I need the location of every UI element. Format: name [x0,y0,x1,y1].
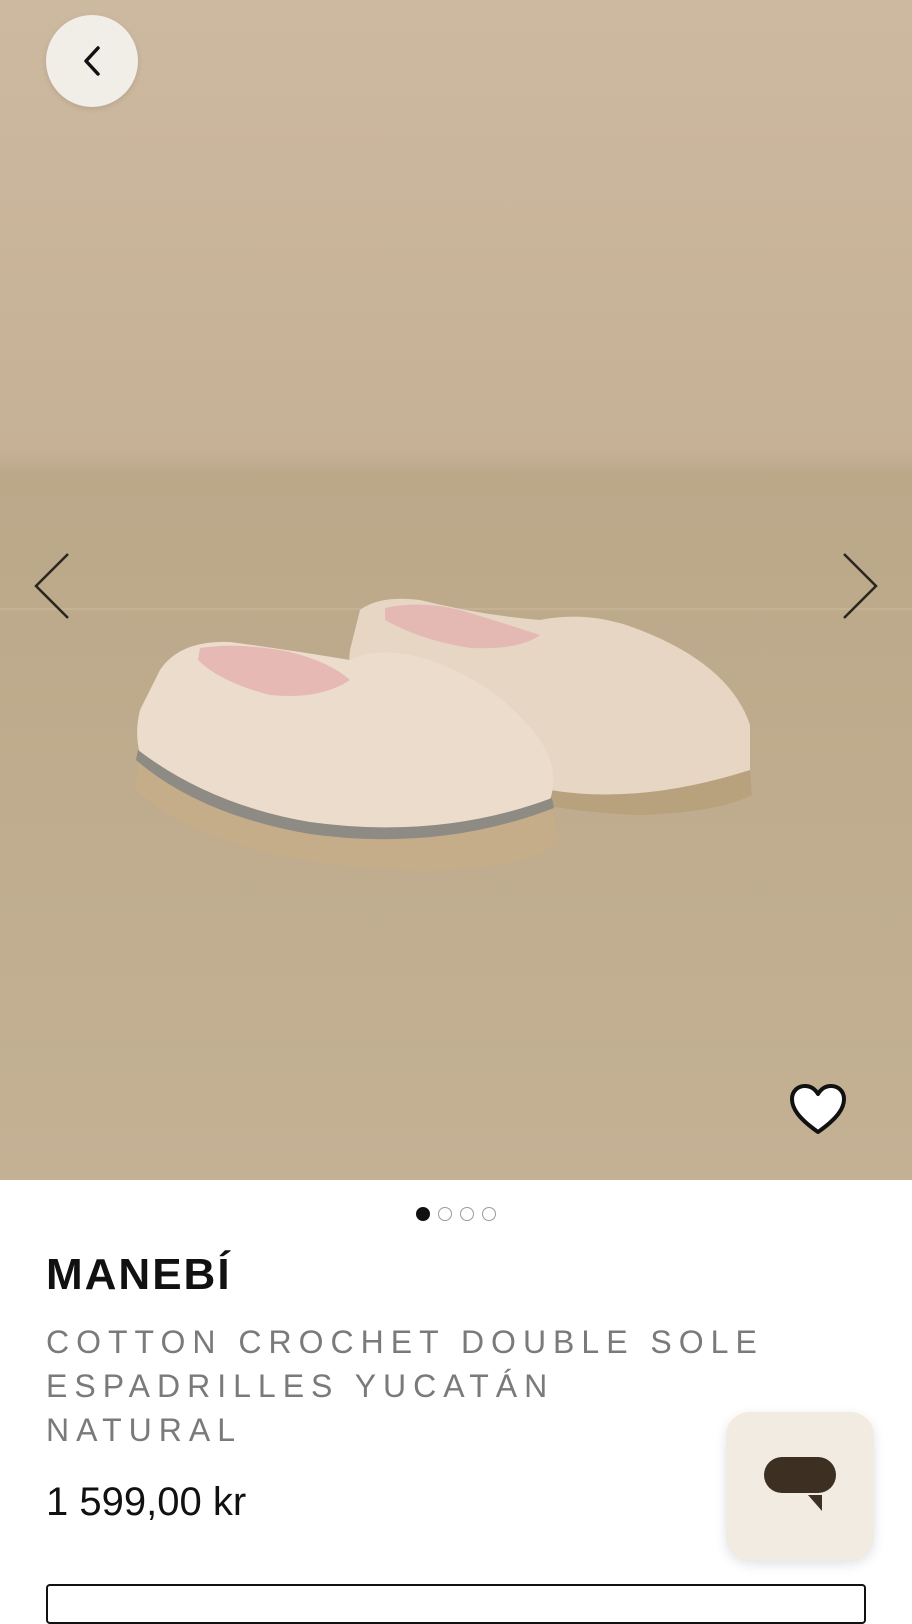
previous-image-button[interactable] [30,550,74,622]
gallery-dot[interactable] [438,1207,452,1221]
add-to-cart-button[interactable] [46,1584,866,1624]
chat-button[interactable] [726,1412,874,1560]
back-button[interactable] [46,15,138,107]
product-image-gallery[interactable] [0,0,912,1180]
next-image-button[interactable] [838,550,882,622]
chevron-left-icon [84,46,100,76]
chevron-left-icon [34,553,69,619]
brand-name: MANEBÍ [46,1250,232,1299]
chat-bubble-icon [764,1457,836,1511]
product-photo [135,598,752,871]
heart-icon [790,1084,846,1134]
gallery-pagination [0,1207,912,1221]
product-name-line-2: ESPADRILLES YUCATÁN NATURAL [46,1368,555,1448]
gallery-dot[interactable] [416,1207,430,1221]
favorite-button[interactable] [788,1082,848,1138]
product-price: 1 599,00 kr [46,1480,247,1524]
chevron-right-icon [843,553,878,619]
product-name: COTTON CROCHET DOUBLE SOLE ESPADRILLES Y… [46,1320,766,1452]
gallery-dot[interactable] [460,1207,474,1221]
product-name-line-1: COTTON CROCHET DOUBLE SOLE [46,1324,764,1360]
gallery-dot[interactable] [482,1207,496,1221]
